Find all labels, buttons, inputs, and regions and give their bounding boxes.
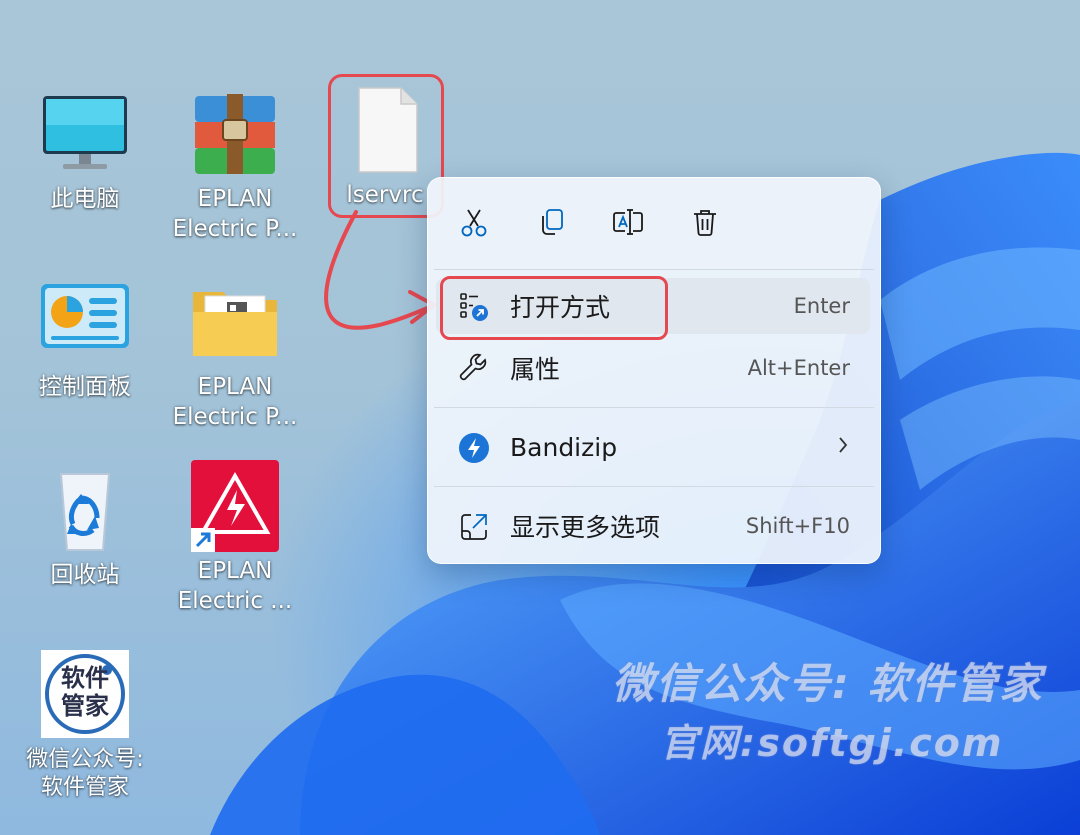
menu-item-shortcut: Shift+F10 [745,514,850,538]
menu-item-label: 属性 [510,355,561,384]
menu-item-show-more-options[interactable]: 显示更多选项 Shift+F10 [436,498,870,554]
watermark-line-1: 微信公众号: 软件管家 [612,659,1044,708]
delete-button[interactable] [683,202,727,246]
menu-separator [434,269,874,270]
delete-icon [689,206,721,242]
context-menu: 打开方式 Enter 属性 Alt+Enter Bandizip 显示更多选项 … [427,177,881,564]
menu-item-label: 显示更多选项 [510,513,661,542]
cut-button[interactable] [452,202,496,246]
menu-item-properties[interactable]: 属性 Alt+Enter [436,340,870,396]
menu-item-shortcut: Enter [793,294,850,318]
menu-separator [434,486,874,487]
menu-item-bandizip[interactable]: Bandizip [436,419,870,475]
menu-item-shortcut: Alt+Enter [747,356,850,380]
rename-button[interactable] [606,202,650,246]
wrench-icon [458,353,490,385]
menu-item-label: Bandizip [510,432,618,462]
chevron-right-icon [836,434,850,461]
menu-separator [434,407,874,408]
open-with-highlight-box [440,276,668,340]
context-toolbar [428,178,880,270]
show-more-icon [458,511,490,543]
cut-icon [458,206,490,242]
copy-icon [535,206,567,242]
rename-icon [611,206,645,242]
bandizip-icon [458,432,490,464]
watermark-line-2: 官网:softgj.com [660,721,1004,765]
copy-button[interactable] [529,202,573,246]
